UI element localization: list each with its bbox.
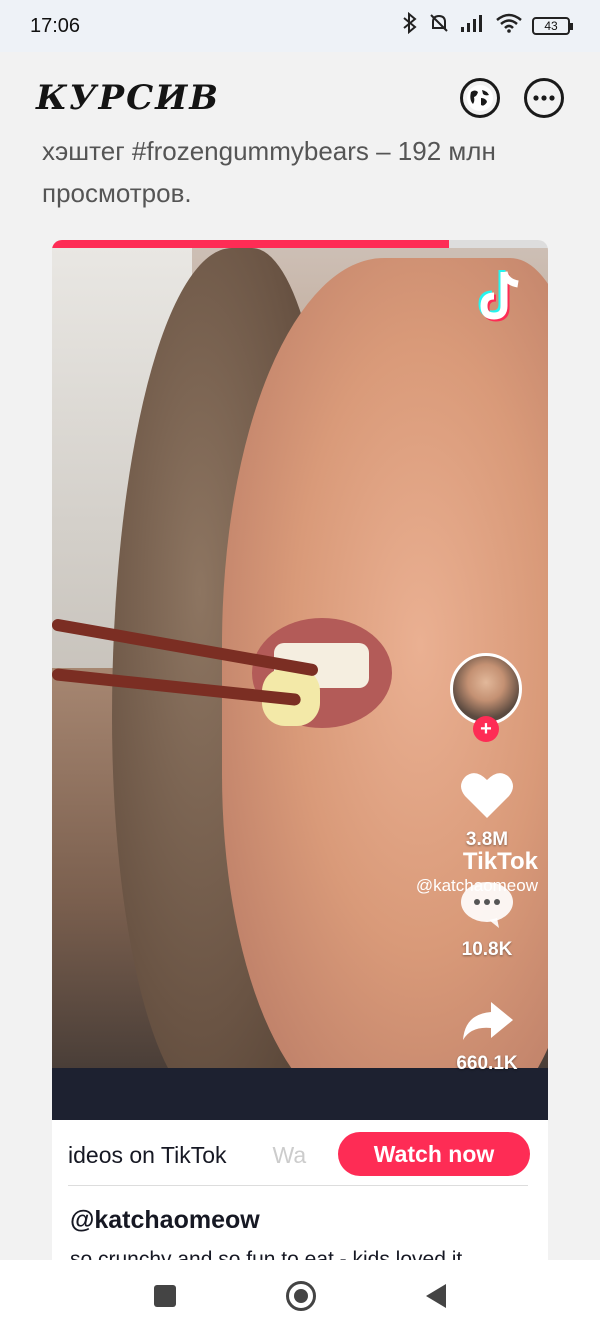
tiktok-logo-icon <box>474 266 526 326</box>
back-button[interactable] <box>426 1284 446 1308</box>
more-dots-icon <box>533 95 555 101</box>
tiktok-banner: ideos on TikTok Wa Watch now <box>52 1120 548 1190</box>
heart-icon <box>461 773 513 818</box>
mute-bell-icon <box>428 12 450 40</box>
home-button[interactable] <box>286 1281 316 1311</box>
banner-marquee-text: ideos on TikTok <box>68 1141 227 1168</box>
video-progress-bar[interactable] <box>52 240 548 248</box>
video-player[interactable]: + 3.8M TikTok @katchaomeow 10.8K 660.1K <box>52 248 548 1120</box>
video-frame-shirt <box>52 1068 548 1120</box>
globe-icon <box>467 85 493 111</box>
bluetooth-icon <box>402 11 418 40</box>
video-progress-fill <box>52 240 449 248</box>
follow-plus-icon[interactable]: + <box>473 716 499 742</box>
banner-marquee-next: Wa <box>272 1141 307 1168</box>
watch-now-button[interactable]: Watch now <box>338 1132 530 1176</box>
signal-icon <box>460 13 486 39</box>
share-action[interactable]: 660.1K <box>432 998 542 1075</box>
comment-icon <box>461 882 513 928</box>
status-time: 17:06 <box>30 14 81 37</box>
creator-avatar[interactable] <box>450 653 522 725</box>
comment-action[interactable]: 10.8K <box>432 880 542 961</box>
divider <box>68 1185 528 1186</box>
site-logo[interactable]: КУРСИВ <box>36 78 220 118</box>
system-nav-bar <box>0 1260 600 1332</box>
share-count: 660.1K <box>456 1053 518 1074</box>
article-paragraph: хэштег #frozengummybears – 192 млн просм… <box>42 130 562 214</box>
status-bar: 17:06 43 <box>0 0 600 52</box>
status-icons: 43 <box>402 11 573 40</box>
recents-button[interactable] <box>154 1285 176 1307</box>
watermark-name: TikTok <box>462 848 538 875</box>
creator-username[interactable]: @katchaomeow <box>70 1206 260 1235</box>
share-arrow-icon <box>463 1002 513 1040</box>
article-line: хэштег #frozengummybears – 192 млн <box>42 136 496 166</box>
language-button[interactable] <box>460 78 500 118</box>
battery-icon: 43 <box>532 17 573 35</box>
comment-count: 10.8K <box>461 939 513 960</box>
wifi-icon <box>496 13 522 39</box>
more-options-button[interactable] <box>524 78 564 118</box>
article-line: просмотров. <box>42 178 192 208</box>
like-action[interactable]: 3.8M <box>432 770 542 851</box>
tiktok-embed[interactable]: + 3.8M TikTok @katchaomeow 10.8K 660.1K … <box>52 240 548 1270</box>
